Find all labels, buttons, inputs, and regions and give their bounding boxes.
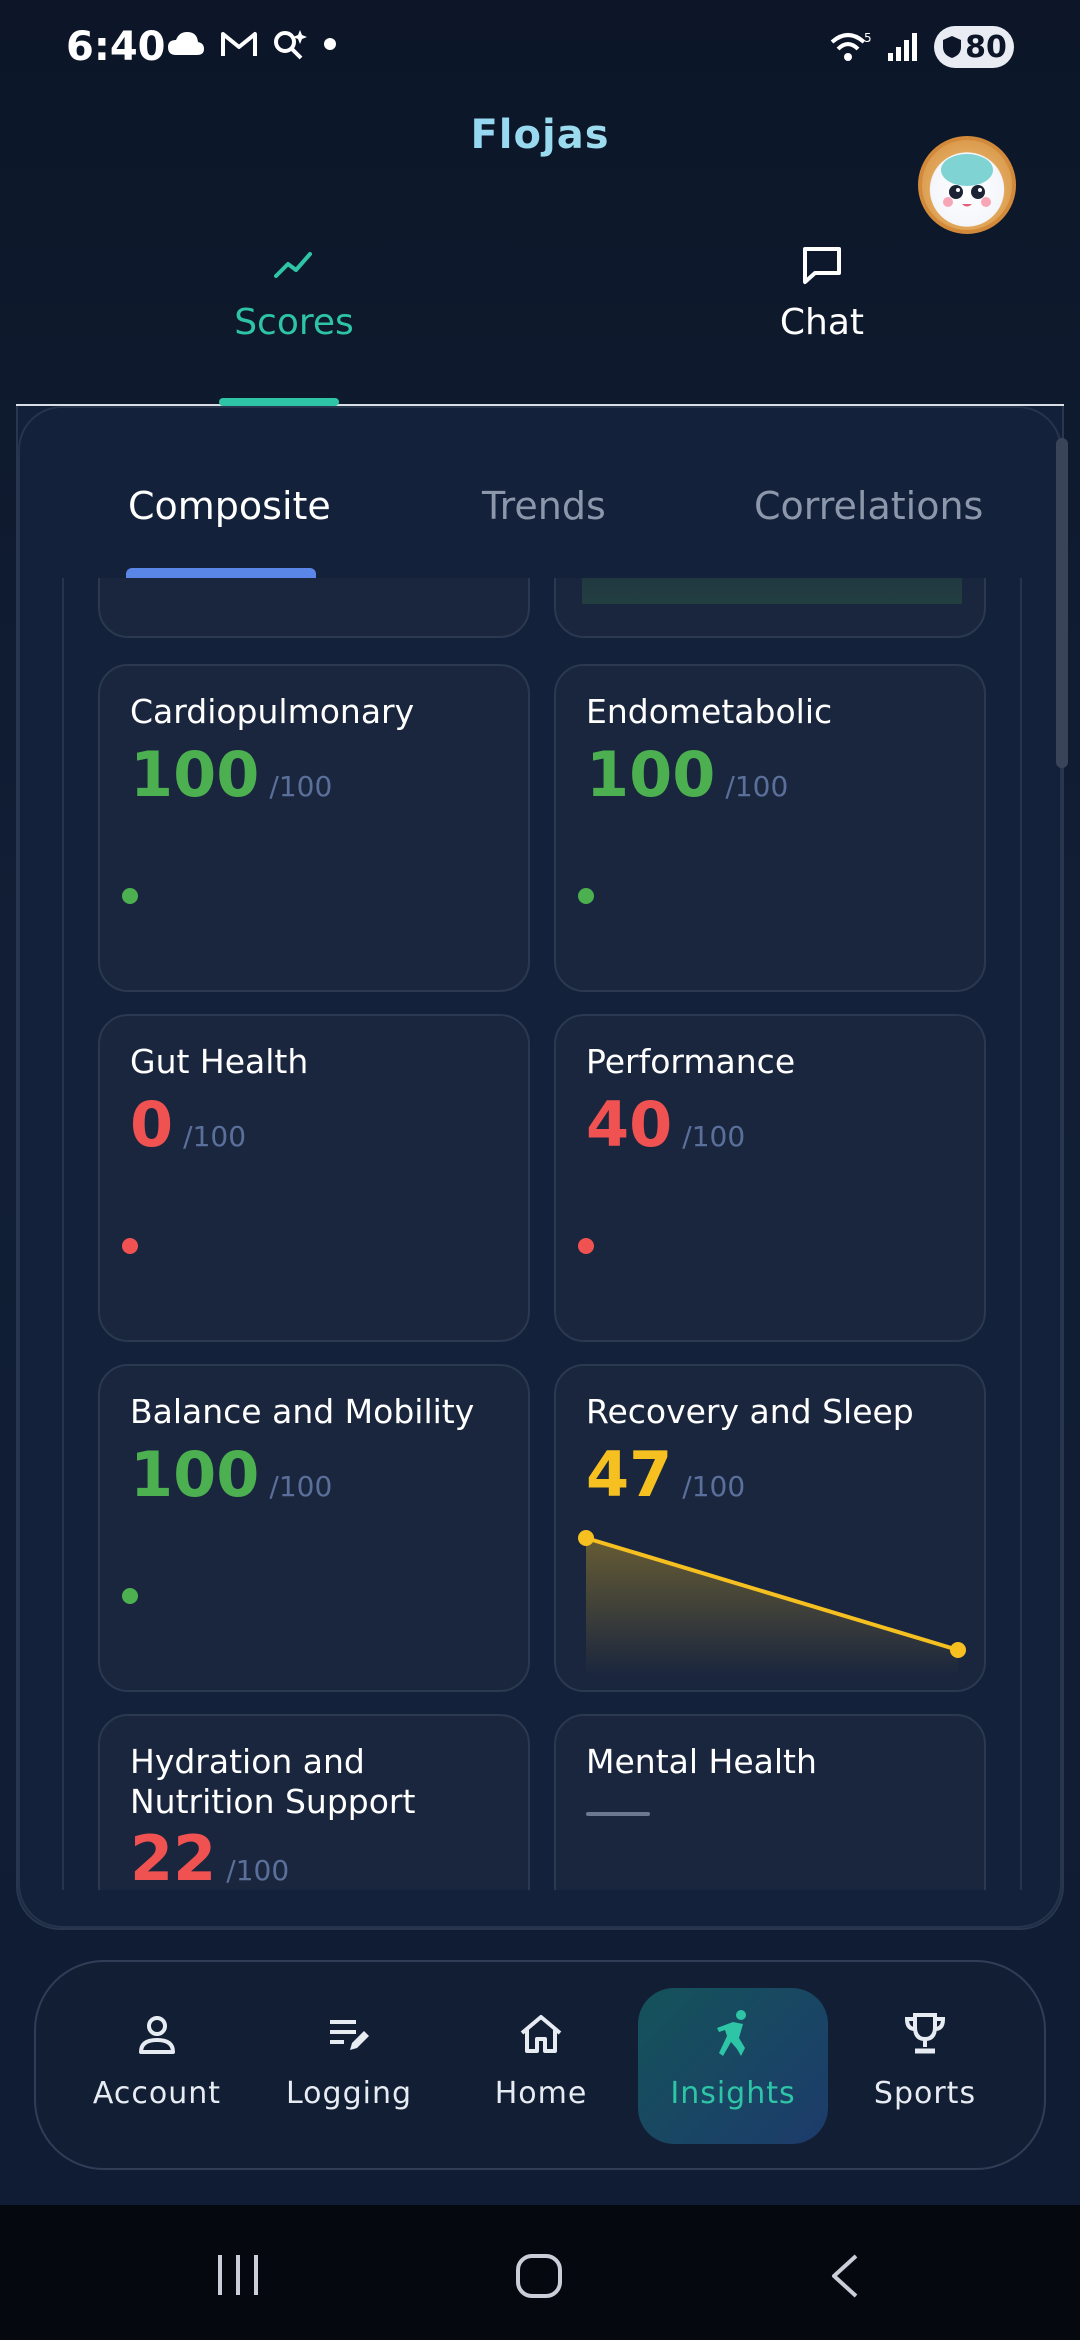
trophy-icon [904,2013,946,2054]
card-title: Recovery and Sleep [586,1392,914,1431]
trend-dot [122,888,138,904]
sparkline-point [950,1642,966,1658]
mascot-avatar[interactable] [918,136,1016,234]
person-icon [139,2016,175,2054]
score-card-hydration-nutrition[interactable]: Hydration and Nutrition Support 22 /100 [98,1714,530,1890]
chat-bubble-icon [803,247,841,284]
card-score-max: /100 [226,1854,290,1887]
score-card-grid: Cardiopulmonary 100 /100 Endometabolic 1… [62,578,1022,1890]
search-sparkle-icon [274,30,307,60]
nav-logging-label: Logging [285,2076,413,2111]
card-score: 0 [130,1088,174,1161]
mascot-face-icon [941,154,993,207]
subtab-composite[interactable]: Composite [128,484,331,528]
no-score-dash [586,1812,650,1816]
card-score-max: /100 [682,1120,746,1153]
app-title: Flojas [0,112,1080,158]
nav-home[interactable]: Home [446,1988,636,2144]
card-title: Gut Health [130,1042,309,1081]
card-score-max: /100 [682,1470,746,1503]
recovery-sparkline [578,1530,966,1676]
card-title: Mental Health [586,1742,817,1781]
recent-apps-icon[interactable] [214,2253,262,2297]
nav-sports[interactable]: Sports [830,1988,1020,2144]
nav-insights-label: Insights [670,2076,796,2111]
cloud-icon [168,32,204,55]
nav-account[interactable]: Account [62,1988,252,2144]
sub-tab-bar: Composite Trends Correlations [20,408,1064,578]
nav-insights[interactable]: Insights [638,1988,828,2144]
score-card-endometabolic[interactable]: Endometabolic 100 /100 [554,664,986,992]
trend-dot [578,1238,594,1254]
score-card-cardiopulmonary[interactable]: Cardiopulmonary 100 /100 [98,664,530,992]
score-card-gut-health[interactable]: Gut Health 0 /100 [98,1014,530,1342]
card-title: Endometabolic [586,692,833,731]
score-card-mental-health[interactable]: Mental Health [554,1714,986,1890]
wifi-icon: 5 [830,31,872,61]
dot-icon [324,38,336,50]
tab-scores-label: Scores [234,302,354,343]
nav-home-label: Home [494,2076,588,2111]
trend-dot [578,888,594,904]
system-nav-bar [0,2205,1080,2340]
tab-chat-label: Chat [779,302,865,343]
battery-indicator: 80 [934,26,1014,68]
status-time: 6:40 [66,24,166,70]
subtab-trends[interactable]: Trends [482,484,606,528]
shield-icon [943,36,962,58]
nav-account-label: Account [92,2076,222,2111]
card-title: Balance and Mobility [130,1392,475,1431]
trend-line-icon [274,252,312,278]
nav-logging[interactable]: Logging [254,1988,444,2144]
gmail-icon [221,32,257,56]
back-icon[interactable] [826,2253,862,2299]
battery-level: 80 [965,29,1007,65]
runner-icon [717,2010,746,2056]
card-score: 47 [586,1438,673,1511]
card-score: 100 [586,738,716,811]
active-tab-indicator [219,398,339,406]
status-bar: 6:40 5 80 [0,0,1080,96]
card-score-max: /100 [725,770,789,803]
scores-panel: Composite Trends Correlations Cardiopulm… [16,406,1068,1930]
score-card-partial-left[interactable] [98,578,530,638]
card-title: Cardiopulmonary [130,692,415,731]
score-card-partial-right[interactable] [554,578,986,638]
home-icon [520,2015,562,2053]
score-card-balance-mobility[interactable]: Balance and Mobility 100 /100 [98,1364,530,1692]
top-tab-bar: Scores Chat [16,240,1064,406]
home-button-icon[interactable] [514,2253,564,2299]
card-score-max: /100 [269,1470,333,1503]
card-title: Hydration and Nutrition Support [130,1742,416,1821]
subtab-correlations[interactable]: Correlations [754,484,983,528]
notification-icons [166,28,338,60]
card-score-max: /100 [269,770,333,803]
tab-scores[interactable]: Scores [174,240,414,343]
scrollbar[interactable] [1056,438,1068,768]
signal-icon [888,33,917,61]
subtab-active-indicator [126,568,316,578]
score-card-performance[interactable]: Performance 40 /100 [554,1014,986,1342]
scores-panel-inner: Composite Trends Correlations Cardiopulm… [18,406,1068,1928]
card-score: 22 [130,1822,217,1891]
card-score-max: /100 [183,1120,247,1153]
trend-dot [122,1238,138,1254]
edit-list-icon [330,2020,369,2050]
card-score: 40 [586,1088,673,1161]
bottom-nav: Account Logging Home Insights Sports [34,1960,1046,2170]
card-score: 100 [130,1438,260,1511]
tab-chat[interactable]: Chat [702,240,942,343]
trend-dot [122,1588,138,1604]
card-title: Performance [586,1042,796,1081]
score-card-recovery-sleep[interactable]: Recovery and Sleep 47 /100 [554,1364,986,1692]
nav-sports-label: Sports [873,2076,977,2111]
svg-text:5: 5 [864,31,872,45]
card-score: 100 [130,738,260,811]
sparkline-point [578,1530,594,1546]
